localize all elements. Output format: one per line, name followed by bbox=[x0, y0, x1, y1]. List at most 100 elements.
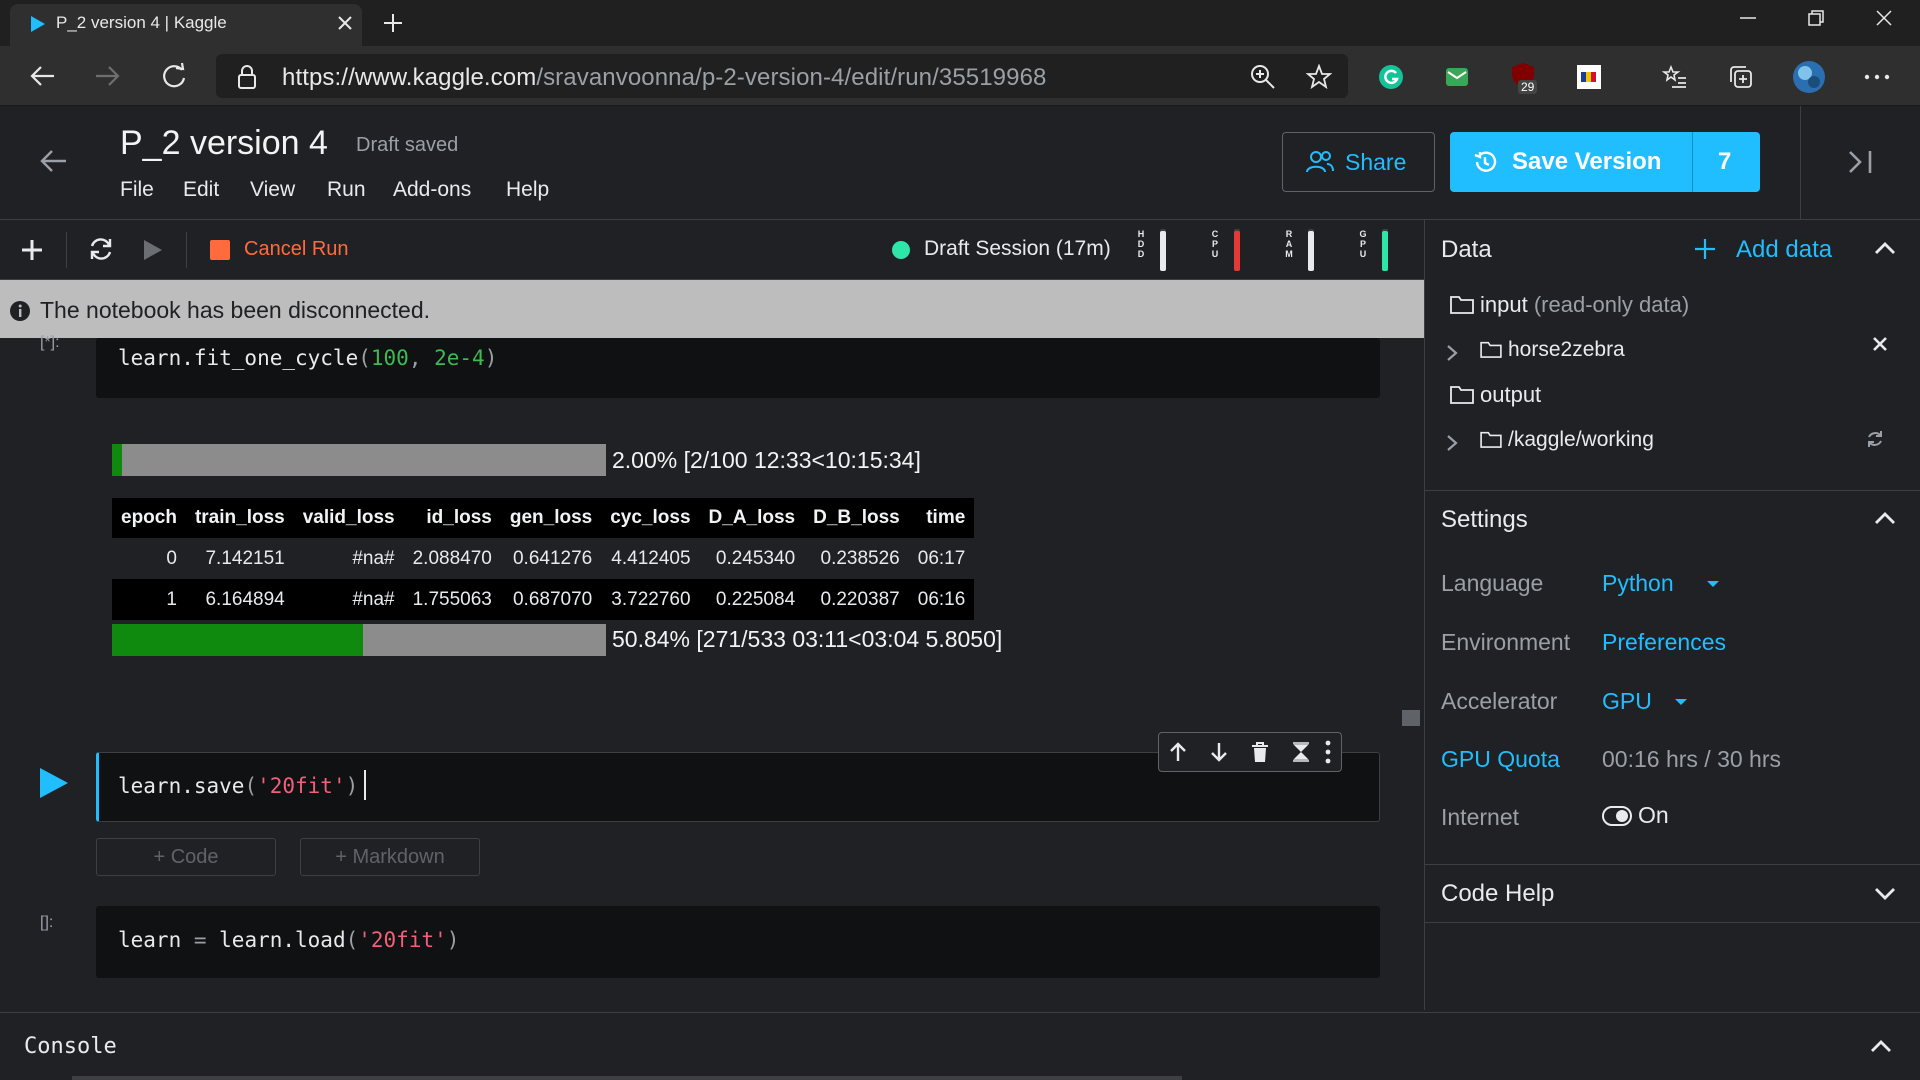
expand-chevron-icon[interactable] bbox=[1446, 344, 1458, 362]
add-markdown-button[interactable]: + Markdown bbox=[300, 838, 480, 876]
gpu-meter[interactable]: GPU bbox=[1358, 229, 1392, 271]
menu-edit[interactable]: Edit bbox=[183, 178, 219, 202]
share-label: Share bbox=[1345, 149, 1407, 175]
zoom-icon[interactable] bbox=[1250, 64, 1276, 90]
accelerator-select[interactable]: GPU bbox=[1602, 688, 1687, 715]
banner-text: The notebook has been disconnected. bbox=[40, 297, 431, 323]
table-cell: 0.687070 bbox=[500, 579, 602, 620]
menu-view[interactable]: View bbox=[250, 178, 295, 202]
table-cell: 6.164894 bbox=[185, 579, 294, 620]
expand-chevron-icon[interactable] bbox=[1446, 434, 1458, 452]
grammarly-extension-icon[interactable] bbox=[1378, 64, 1404, 90]
restore-icon[interactable] bbox=[1806, 8, 1826, 28]
table-cell: 0.220387 bbox=[804, 579, 909, 620]
close-tab-icon[interactable] bbox=[336, 14, 354, 32]
lock-icon[interactable] bbox=[236, 64, 258, 90]
chevron-up-icon[interactable] bbox=[1874, 240, 1896, 256]
cell-more-icon[interactable] bbox=[1325, 740, 1331, 764]
language-value: Python bbox=[1602, 570, 1674, 596]
cell-3-code-line[interactable]: learn = learn.load('20fit') bbox=[118, 928, 459, 952]
console-panel[interactable] bbox=[0, 1012, 1920, 1080]
menu-run[interactable]: Run bbox=[327, 178, 366, 202]
run-all-icon[interactable] bbox=[142, 238, 164, 262]
language-select[interactable]: Python bbox=[1602, 570, 1719, 597]
panel-separator bbox=[1424, 864, 1920, 865]
input-folder[interactable]: input (read-only data) bbox=[1480, 292, 1689, 318]
favorites-list-icon[interactable] bbox=[1662, 64, 1688, 90]
ram-meter-bar bbox=[1308, 229, 1314, 271]
code-fn: learn.fit_one_cycle bbox=[118, 346, 359, 370]
flag-extension-icon[interactable] bbox=[1576, 64, 1602, 90]
refresh-folder-icon[interactable] bbox=[1866, 430, 1884, 448]
code-help-section-title[interactable]: Code Help bbox=[1441, 880, 1554, 908]
chevron-up-icon[interactable] bbox=[1874, 510, 1896, 526]
remove-dataset-icon[interactable] bbox=[1872, 336, 1888, 352]
collapse-panel-icon[interactable] bbox=[1846, 148, 1874, 176]
language-label: Language bbox=[1441, 570, 1544, 596]
input-folder-note: (read-only data) bbox=[1533, 292, 1690, 317]
menu-file[interactable]: File bbox=[120, 178, 154, 202]
move-up-icon[interactable] bbox=[1167, 741, 1189, 763]
settings-section-title[interactable]: Settings bbox=[1441, 506, 1528, 534]
close-window-icon[interactable] bbox=[1874, 8, 1894, 28]
profile-avatar[interactable] bbox=[1792, 60, 1826, 94]
code-paren-open: ( bbox=[345, 928, 359, 952]
table-header-row: epoch train_loss valid_loss id_loss gen_… bbox=[112, 498, 975, 538]
new-tab-icon[interactable] bbox=[382, 12, 404, 34]
horizontal-scrollbar[interactable] bbox=[72, 1076, 1182, 1080]
collapse-cell-icon[interactable] bbox=[1290, 741, 1312, 763]
collections-icon[interactable] bbox=[1728, 64, 1754, 90]
favorite-star-icon[interactable] bbox=[1306, 64, 1332, 90]
folder-icon bbox=[1480, 430, 1502, 448]
output-scroll-handle[interactable] bbox=[1402, 710, 1420, 726]
delete-cell-icon[interactable] bbox=[1249, 741, 1271, 763]
input-folder-label: input bbox=[1480, 292, 1528, 317]
add-code-button[interactable]: + Code bbox=[96, 838, 276, 876]
stop-icon[interactable] bbox=[210, 240, 230, 260]
chevron-up-icon[interactable] bbox=[1870, 1038, 1892, 1054]
mail-extension-icon[interactable] bbox=[1444, 64, 1470, 90]
minimize-icon[interactable] bbox=[1738, 8, 1758, 28]
data-section-title[interactable]: Data bbox=[1441, 236, 1492, 264]
run-cell-icon[interactable] bbox=[38, 766, 70, 800]
save-version-button[interactable]: Save Version 7 bbox=[1450, 132, 1760, 192]
code-paren-open: ( bbox=[244, 774, 258, 798]
version-count[interactable]: 7 bbox=[1718, 148, 1731, 176]
back-icon[interactable] bbox=[28, 64, 56, 88]
extension-badge: 29 bbox=[1518, 80, 1538, 94]
cancel-run-button[interactable]: Cancel Run bbox=[244, 238, 349, 261]
move-down-icon[interactable] bbox=[1208, 741, 1230, 763]
add-cell-icon[interactable] bbox=[20, 238, 44, 262]
code-arg-lr: 2e-4 bbox=[434, 346, 485, 370]
restart-icon[interactable] bbox=[88, 236, 114, 262]
menu-help[interactable]: Help bbox=[506, 178, 549, 202]
hdd-meter[interactable]: HDD bbox=[1136, 229, 1170, 271]
caret-down-icon bbox=[1674, 698, 1688, 706]
forward-icon[interactable] bbox=[94, 64, 122, 88]
environment-preferences-link[interactable]: Preferences bbox=[1602, 629, 1726, 656]
code-fn: learn.load bbox=[206, 928, 346, 952]
chevron-down-icon[interactable] bbox=[1874, 886, 1896, 902]
share-button[interactable]: Share bbox=[1282, 132, 1435, 192]
panel-separator bbox=[1424, 490, 1920, 491]
url-text[interactable]: https://www.kaggle.com/sravanvoonna/p-2-… bbox=[282, 64, 1046, 92]
draft-session-label[interactable]: Draft Session (17m) bbox=[924, 237, 1111, 261]
accelerator-label: Accelerator bbox=[1441, 688, 1558, 714]
code-paren-open: ( bbox=[358, 346, 371, 370]
back-arrow-icon[interactable] bbox=[38, 148, 68, 174]
cpu-meter[interactable]: CPU bbox=[1210, 229, 1244, 271]
cell-2-code-line[interactable]: learn.save('20fit') bbox=[118, 774, 358, 798]
refresh-icon[interactable] bbox=[160, 62, 188, 90]
session-status-dot bbox=[892, 241, 910, 259]
gpu-quota-link[interactable]: GPU Quota bbox=[1441, 746, 1560, 773]
output-folder[interactable]: output bbox=[1480, 382, 1541, 408]
cell-1-code-line[interactable]: learn.fit_one_cycle(100, 2e-4) bbox=[118, 346, 497, 370]
menu-addons[interactable]: Add-ons bbox=[393, 178, 471, 202]
dataset-horse2zebra[interactable]: horse2zebra bbox=[1508, 338, 1625, 362]
ram-meter[interactable]: RAM bbox=[1284, 229, 1318, 271]
save-button-divider bbox=[1692, 132, 1693, 192]
notebook-title[interactable]: P_2 version 4 bbox=[120, 124, 328, 163]
browser-more-icon[interactable] bbox=[1864, 74, 1890, 80]
toggle-knob bbox=[1616, 810, 1628, 822]
working-directory[interactable]: /kaggle/working bbox=[1508, 428, 1654, 452]
